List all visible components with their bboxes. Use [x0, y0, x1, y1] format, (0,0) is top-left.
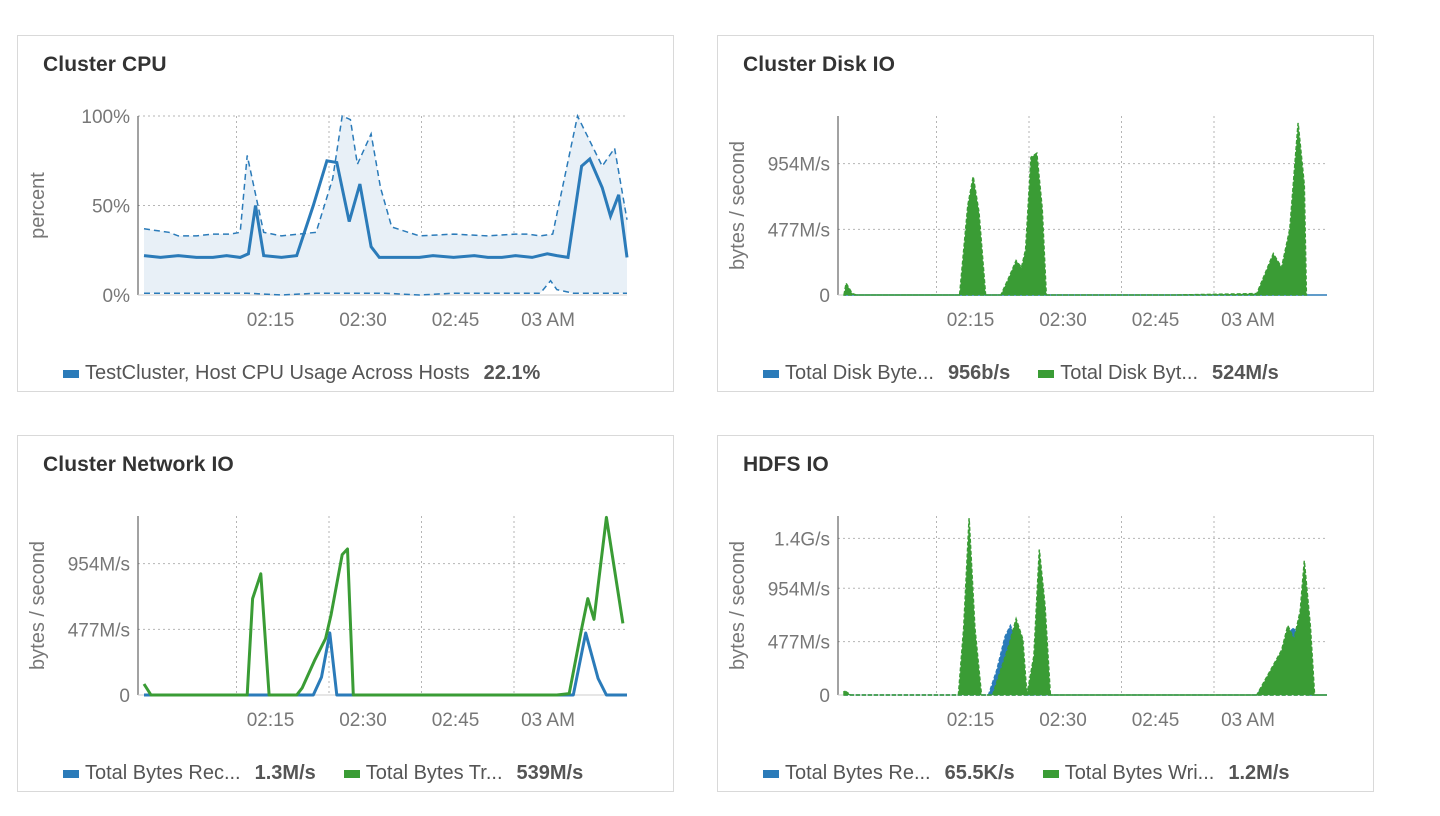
x-tick-label: 03 AM — [1221, 710, 1275, 731]
x-tick-label: 02:30 — [339, 310, 387, 331]
legend-item-bytes-transmitted[interactable]: Total Bytes Tr... 539M/s — [343, 762, 584, 785]
legend-swatch-blue — [63, 769, 79, 778]
hdfs-io-panel: HDFS IO 0 477M/s 954M/s 1.4G/s 02:15 02:30 02:… — [717, 435, 1374, 792]
x-tick-label: 02:15 — [947, 310, 995, 331]
hdfs-io-chart[interactable]: 0 477M/s 954M/s 1.4G/s 02:15 02:30 02:45 03 AM b… — [718, 436, 1375, 793]
legend-item-bytes-written[interactable]: Total Bytes Wri... 1.2M/s — [1042, 762, 1290, 785]
legend-value: 65.5K/s — [944, 762, 1015, 784]
y-tick-label: 0 — [119, 686, 130, 707]
legend-swatch-blue — [63, 369, 79, 378]
plot-area: 0 477M/s 954M/s 1.4G/s 02:15 02:30 02:45 03 AM b… — [727, 516, 1327, 731]
legend-item-disk-write[interactable]: Total Disk Byt... 524M/s — [1038, 362, 1279, 385]
legend-label: Total Bytes Tr... — [365, 762, 503, 784]
x-tick-label: 02:30 — [1039, 710, 1087, 731]
chart-legend: Total Bytes Re... 65.5K/s Total Bytes Wr… — [763, 762, 1318, 785]
series-line — [144, 631, 627, 697]
series-area — [843, 518, 1327, 696]
legend-label: Total Disk Byt... — [1060, 362, 1199, 384]
cluster-network-io-chart[interactable]: 0 477M/s 954M/s 02:15 02:30 02:45 03 AM bytes /… — [18, 436, 675, 793]
cluster-disk-io-panel: Cluster Disk IO 0 477M/s 954M/s 02:15 02:30 0… — [717, 35, 1374, 392]
y-axis-label: bytes / second — [727, 541, 749, 670]
chart-legend: Total Disk Byte... 956b/s Total Disk Byt… — [763, 362, 1307, 385]
cluster-cpu-panel: Cluster CPU 0% 50% 100% 02:15 02:30 02:45 03 A… — [17, 35, 674, 392]
x-tick-label: 02:45 — [432, 710, 480, 731]
y-tick-label: 954M/s — [768, 579, 830, 600]
plot-area: 0% 50% 100% 02:15 02:30 02:45 03 AM percent — [27, 107, 629, 331]
legend-item-bytes-received[interactable]: Total Bytes Rec... 1.3M/s — [63, 762, 316, 785]
y-axis-label: bytes / second — [27, 541, 49, 670]
legend-label: Total Disk Byte... — [785, 362, 934, 384]
legend-item-host-cpu[interactable]: TestCluster, Host CPU Usage Across Hosts… — [63, 362, 540, 385]
y-tick-label: 954M/s — [68, 555, 130, 576]
legend-swatch-blue — [763, 769, 779, 778]
x-tick-label: 02:30 — [339, 710, 387, 731]
y-tick-label: 0 — [819, 686, 830, 707]
legend-swatch-green — [1038, 369, 1055, 378]
cluster-network-io-panel: Cluster Network IO 0 477M/s 954M/s 02:15 02:… — [17, 435, 674, 792]
x-tick-label: 03 AM — [521, 310, 575, 331]
legend-value: 956b/s — [947, 362, 1011, 384]
y-tick-label: 50% — [92, 197, 130, 218]
y-tick-label: 0% — [103, 286, 131, 307]
x-tick-label: 03 AM — [1221, 310, 1275, 331]
legend-value: 1.3M/s — [254, 762, 316, 784]
chart-legend: Total Bytes Rec... 1.3M/s Total Bytes Tr… — [63, 762, 611, 785]
series-area — [844, 623, 1327, 696]
x-tick-label: 02:15 — [947, 710, 995, 731]
chart-legend: TestCluster, Host CPU Usage Across Hosts… — [63, 362, 568, 385]
x-tick-label: 02:15 — [247, 310, 295, 331]
legend-value: 524M/s — [1212, 362, 1279, 384]
legend-swatch-blue — [763, 369, 779, 378]
y-tick-label: 100% — [81, 107, 130, 128]
plot-area: 0 477M/s 954M/s 02:15 02:30 02:45 03 AM bytes /… — [27, 515, 627, 731]
cluster-disk-io-chart[interactable]: 0 477M/s 954M/s 02:15 02:30 02:45 03 AM bytes /… — [718, 36, 1375, 393]
legend-label: Total Bytes Rec... — [85, 762, 241, 784]
legend-item-disk-read[interactable]: Total Disk Byte... 956b/s — [763, 362, 1010, 385]
legend-value: 1.2M/s — [1228, 762, 1290, 784]
legend-label: Total Bytes Re... — [785, 762, 931, 784]
y-tick-label: 477M/s — [68, 620, 130, 641]
legend-swatch-green — [343, 769, 360, 778]
y-axis-label: percent — [27, 172, 49, 239]
x-tick-label: 02:15 — [247, 710, 295, 731]
x-tick-label: 03 AM — [521, 710, 575, 731]
y-tick-label: 954M/s — [768, 155, 830, 176]
legend-value: 539M/s — [516, 762, 584, 784]
y-tick-label: 477M/s — [768, 220, 830, 241]
legend-label: TestCluster, Host CPU Usage Across Hosts — [85, 362, 470, 384]
series-line — [142, 515, 625, 697]
x-tick-label: 02:45 — [1132, 310, 1180, 331]
cluster-cpu-chart[interactable]: 0% 50% 100% 02:15 02:30 02:45 03 AM percent — [18, 36, 675, 393]
plot-area: 0 477M/s 954M/s 02:15 02:30 02:45 03 AM bytes /… — [727, 116, 1327, 331]
legend-label: Total Bytes Wri... — [1064, 762, 1215, 784]
legend-value: 22.1% — [483, 362, 541, 384]
y-tick-label: 0 — [819, 286, 830, 307]
legend-swatch-green — [1042, 769, 1059, 778]
series-area — [843, 122, 1308, 296]
legend-item-bytes-read[interactable]: Total Bytes Re... 65.5K/s — [763, 762, 1015, 785]
y-tick-label: 477M/s — [768, 633, 830, 654]
y-axis-label: bytes / second — [727, 141, 749, 270]
y-tick-label: 1.4G/s — [774, 529, 830, 550]
x-tick-label: 02:30 — [1039, 310, 1087, 331]
x-tick-label: 02:45 — [432, 310, 480, 331]
x-tick-label: 02:45 — [1132, 710, 1180, 731]
